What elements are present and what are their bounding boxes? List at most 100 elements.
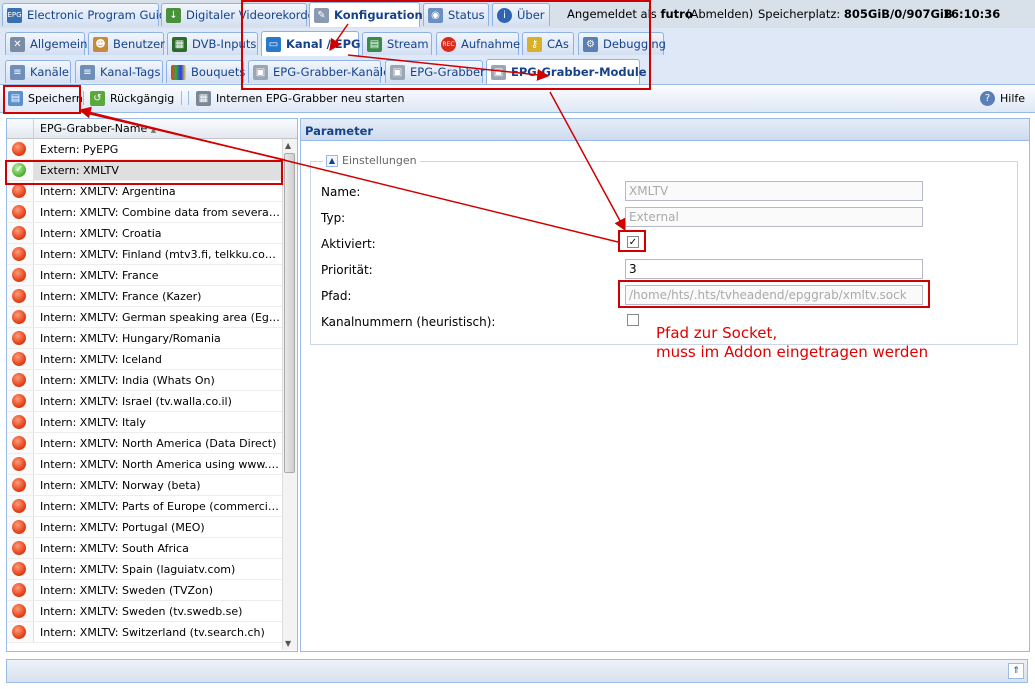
expand-up-icon[interactable]: ⇑ bbox=[1008, 663, 1024, 679]
status-bar: ⇑ bbox=[6, 659, 1028, 683]
tab-epg-grabber[interactable]: ▣ EPG-Grabber bbox=[385, 60, 485, 83]
tab-dvb-inputs-label: DVB-Inputs bbox=[192, 37, 257, 51]
enabled-status-icon bbox=[12, 163, 26, 177]
table-row[interactable]: Intern: XMLTV: Croatia bbox=[7, 223, 297, 244]
tab-dvr[interactable]: ↓ Digitaler Videorekorder bbox=[161, 3, 319, 26]
settings-legend[interactable]: ▲ Einstellungen bbox=[323, 154, 420, 167]
disabled-status-icon bbox=[12, 205, 26, 219]
table-row[interactable]: Intern: XMLTV: Sweden (tv.swedb.se) bbox=[7, 601, 297, 622]
table-row[interactable]: Intern: XMLTV: France bbox=[7, 265, 297, 286]
type-field[interactable] bbox=[625, 207, 923, 227]
tab-recording[interactable]: REC Aufnahme bbox=[436, 32, 520, 55]
scroll-up-icon[interactable]: ▲ bbox=[285, 141, 291, 150]
table-row[interactable]: Intern: XMLTV: Italy bbox=[7, 412, 297, 433]
active-checkbox[interactable]: ✓ bbox=[627, 236, 639, 248]
tab-epg-grabber-modules[interactable]: ▣ EPG-Grabber-Module bbox=[486, 59, 647, 84]
grid-scrollbar[interactable]: ▲ ▼ bbox=[282, 139, 297, 650]
collapse-section-icon[interactable]: ▲ bbox=[326, 154, 338, 167]
eye-icon: ◉ bbox=[428, 7, 443, 23]
grabber-name: Intern: XMLTV: Israel (tv.walla.co.il) bbox=[40, 395, 232, 408]
tab-dvb-inputs[interactable]: ▦ DVB-Inputs bbox=[167, 32, 258, 55]
grabber-name: Intern: XMLTV: Parts of Europe (commerci… bbox=[40, 500, 280, 513]
grabber-name: Intern: XMLTV: Argentina bbox=[40, 185, 176, 198]
tab-epg[interactable]: EPG Electronic Program Guide bbox=[2, 3, 173, 26]
grabber-name: Extern: PyEPG bbox=[40, 143, 119, 156]
grabber-name: Intern: XMLTV: France bbox=[40, 269, 159, 282]
restart-grabber-label: Internen EPG-Grabber neu starten bbox=[216, 92, 405, 105]
scroll-down-icon[interactable]: ▼ bbox=[285, 639, 291, 648]
save-button[interactable]: ▤ Speichern bbox=[8, 90, 83, 107]
disabled-status-icon bbox=[12, 373, 26, 387]
toolbar-separator bbox=[188, 91, 189, 105]
bug-icon: ⚙ bbox=[583, 36, 598, 52]
table-row[interactable]: Intern: XMLTV: Iceland bbox=[7, 349, 297, 370]
undo-button[interactable]: ↺ Rückgängig bbox=[90, 90, 174, 107]
tab-status[interactable]: ◉ Status bbox=[423, 3, 489, 26]
tab-about[interactable]: i Über bbox=[492, 3, 550, 26]
table-row[interactable]: Intern: XMLTV: North America (Data Direc… bbox=[7, 433, 297, 454]
tab-debugging[interactable]: ⚙ Debugging bbox=[578, 32, 666, 55]
tab-channels[interactable]: ≡ Kanäle bbox=[5, 60, 71, 83]
table-row[interactable]: Intern: XMLTV: German speaking area (Ego… bbox=[7, 307, 297, 328]
tab-dvr-label: Digitaler Videorekorder bbox=[186, 8, 320, 22]
config-tabbar: ✕ Allgemein ☻ Benutzer ▦ DVB-Inputs ▭ Ka… bbox=[0, 28, 1035, 57]
table-row[interactable]: Intern: XMLTV: Israel (tv.walla.co.il) bbox=[7, 391, 297, 412]
grabber-name: Intern: XMLTV: India (Whats On) bbox=[40, 374, 215, 387]
key-icon: ⚷ bbox=[527, 36, 542, 52]
tab-epg-grabber-label: EPG-Grabber bbox=[410, 65, 485, 79]
tab-channel-epg[interactable]: ▭ Kanal / EPG bbox=[261, 31, 361, 56]
tab-epg-label: Electronic Program Guide bbox=[27, 8, 174, 22]
restart-grabber-button[interactable]: ▦ Internen EPG-Grabber neu starten bbox=[196, 90, 404, 107]
column-header-name[interactable]: EPG-Grabber-Name ▲ bbox=[40, 122, 156, 135]
table-row[interactable]: Intern: XMLTV: India (Whats On) bbox=[7, 370, 297, 391]
disabled-status-icon bbox=[12, 499, 26, 513]
table-row[interactable]: Intern: XMLTV: South Africa bbox=[7, 538, 297, 559]
table-row[interactable]: Intern: XMLTV: North America using www.d… bbox=[7, 454, 297, 475]
name-label: Name: bbox=[321, 185, 361, 199]
grabber-name: Intern: XMLTV: German speaking area (Ego… bbox=[40, 311, 280, 324]
tab-general[interactable]: ✕ Allgemein bbox=[5, 32, 87, 55]
tab-channel-tags-label: Kanal-Tags bbox=[100, 65, 161, 79]
tab-bouquets-label: Bouquets bbox=[191, 65, 246, 79]
help-button[interactable]: ? Hilfe bbox=[980, 90, 1025, 107]
heuristic-checkbox[interactable] bbox=[627, 314, 639, 326]
table-row[interactable]: Intern: XMLTV: France (Kazer) bbox=[7, 286, 297, 307]
table-row[interactable]: Intern: XMLTV: Spain (laguiatv.com) bbox=[7, 559, 297, 580]
table-row[interactable]: Intern: XMLTV: Hungary/Romania bbox=[7, 328, 297, 349]
tab-channel-tags[interactable]: ≡ Kanal-Tags bbox=[75, 60, 163, 83]
table-row[interactable]: Intern: XMLTV: Parts of Europe (commerci… bbox=[7, 496, 297, 517]
epg-grabber-icon: ▣ bbox=[390, 64, 405, 80]
rec-icon: REC bbox=[441, 36, 456, 52]
toolbar-separator bbox=[181, 91, 182, 105]
disabled-status-icon bbox=[12, 562, 26, 576]
logout-link[interactable]: (Abmelden) bbox=[686, 7, 753, 21]
tab-configuration[interactable]: ✎ Konfiguration bbox=[309, 2, 423, 27]
tab-users[interactable]: ☻ Benutzer bbox=[88, 32, 165, 55]
priority-field[interactable] bbox=[625, 259, 923, 279]
grabber-name: Intern: XMLTV: Sweden (tv.swedb.se) bbox=[40, 605, 243, 618]
tab-bouquets[interactable]: Bouquets bbox=[166, 60, 246, 83]
table-row[interactable]: Intern: XMLTV: Argentina bbox=[7, 181, 297, 202]
tab-epg-grabber-channels[interactable]: ▣ EPG-Grabber-Kanäle bbox=[248, 60, 390, 83]
tab-cas[interactable]: ⚷ CAs bbox=[522, 32, 574, 55]
type-label: Typ: bbox=[321, 211, 346, 225]
table-row[interactable]: Extern: XMLTV bbox=[7, 160, 297, 181]
name-field[interactable] bbox=[625, 181, 923, 201]
tab-stream[interactable]: ▤ Stream bbox=[362, 32, 432, 55]
disabled-status-icon bbox=[12, 541, 26, 555]
table-row[interactable]: Intern: XMLTV: Finland (mtv3.fi, telkku.… bbox=[7, 244, 297, 265]
scrollbar-thumb[interactable] bbox=[284, 153, 295, 473]
download-icon: ↓ bbox=[166, 7, 181, 23]
disabled-status-icon bbox=[12, 415, 26, 429]
disabled-status-icon bbox=[12, 583, 26, 597]
table-row[interactable]: Extern: PyEPG bbox=[7, 139, 297, 160]
toolbar: ▤ Speichern ↺ Rückgängig ▦ Internen EPG-… bbox=[0, 85, 1035, 113]
table-row[interactable]: Intern: XMLTV: Sweden (TVZon) bbox=[7, 580, 297, 601]
table-row[interactable]: Intern: XMLTV: Portugal (MEO) bbox=[7, 517, 297, 538]
undo-button-label: Rückgängig bbox=[110, 92, 175, 105]
path-field[interactable] bbox=[625, 285, 923, 305]
table-row[interactable]: Intern: XMLTV: Norway (beta) bbox=[7, 475, 297, 496]
toolbar-separator bbox=[83, 91, 84, 105]
table-row[interactable]: Intern: XMLTV: Combine data from several… bbox=[7, 202, 297, 223]
table-row[interactable]: Intern: XMLTV: Switzerland (tv.search.ch… bbox=[7, 622, 297, 643]
